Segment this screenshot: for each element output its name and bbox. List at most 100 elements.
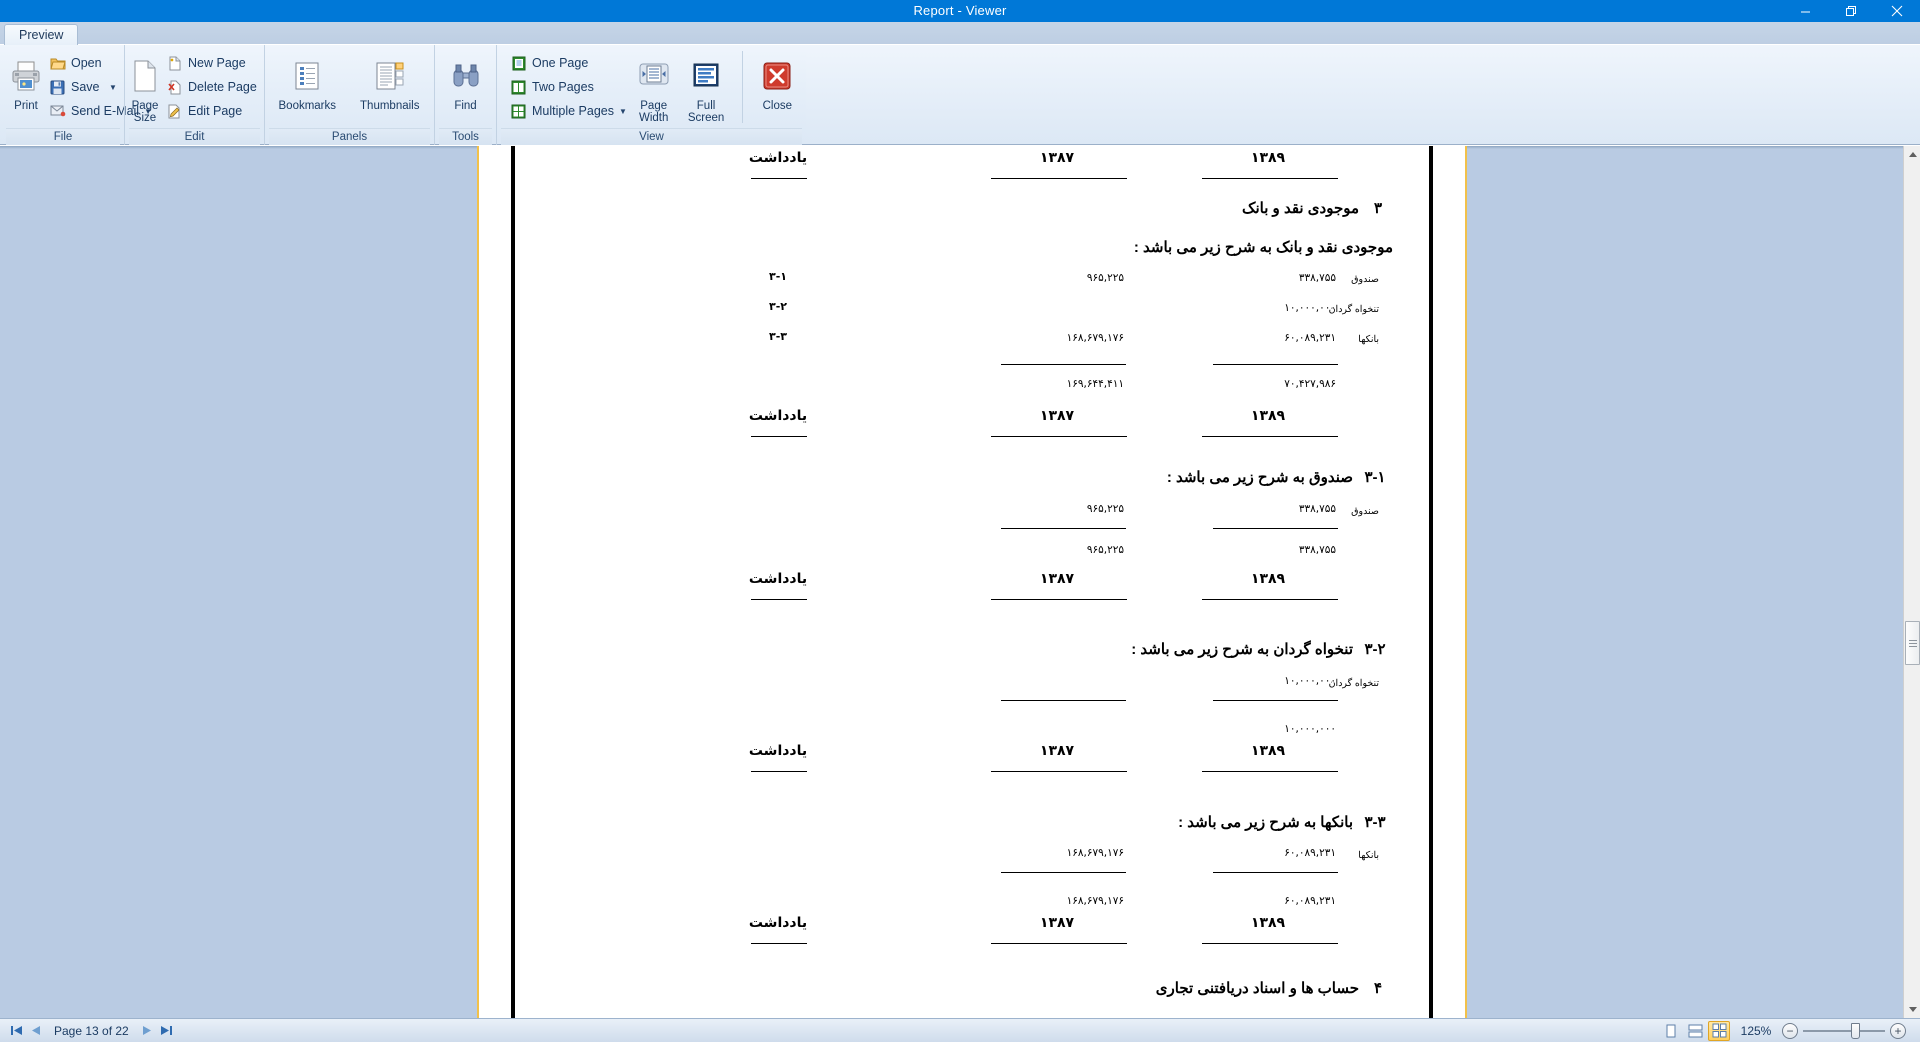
rule-note-4 [751, 771, 807, 772]
page-size-icon [130, 54, 160, 98]
vertical-scrollbar[interactable] [1903, 146, 1920, 1018]
find-button[interactable]: Find [439, 49, 492, 113]
thumbnails-button[interactable]: Thumbnails [350, 49, 430, 113]
edit-small-buttons: New Page Delete Page Edit Page [161, 49, 265, 122]
new-page-button[interactable]: New Page [161, 52, 265, 74]
col-header-1389-4: ۱۳۸۹ [1250, 743, 1286, 759]
rule-total-1387-s33 [1001, 872, 1126, 873]
row-label-banks: بانکها [1358, 334, 1379, 345]
section-3-1-title: صندوق به شرح زیر می باشد : [1166, 469, 1353, 486]
col-header-1389-3: ۱۳۸۹ [1250, 571, 1286, 587]
rule-note [751, 178, 807, 179]
rule-total-1387-s32 [1001, 700, 1126, 701]
tiled-page-view-button[interactable] [1708, 1020, 1730, 1041]
bookmarks-button-label: Bookmarks [278, 100, 337, 112]
edit-page-button-label: Edit Page [188, 104, 243, 118]
first-page-button[interactable] [6, 1021, 26, 1041]
rule-total-1389-s32 [1213, 700, 1338, 701]
scroll-down-button[interactable] [1904, 1001, 1920, 1018]
open-button[interactable]: Open [44, 52, 124, 74]
printer-icon [9, 54, 43, 98]
thumbnails-button-label: Thumbnails [360, 100, 420, 112]
page-width-button[interactable]: Page Width [629, 49, 678, 125]
zoom-slider-thumb[interactable] [1851, 1022, 1860, 1039]
close-button-label: Close [762, 100, 792, 112]
zoom-slider[interactable]: − + [1782, 1022, 1906, 1039]
row-label-tankhah: تنخواه گردان [1328, 304, 1379, 315]
section-3-2-number: ۳-۲ [1364, 641, 1386, 658]
ribbon-tabstrip: Preview [0, 22, 1920, 45]
ribbon-group-view: One Page Two Pages Multiple Pages ▼ Page… [496, 45, 806, 145]
rule-1389-2 [1202, 436, 1338, 437]
facing-page-view-button[interactable] [1684, 1021, 1706, 1041]
page-size-button[interactable]: Page Size [129, 49, 161, 125]
total-1389-s32: ۱۰,۰۰۰,۰۰۰ [1284, 723, 1336, 735]
close-red-x-icon [762, 54, 792, 98]
bookmarks-icon [291, 54, 323, 98]
rule-total-1389-s31 [1213, 528, 1338, 529]
section-3-intro: موجودی نقد و بانک به شرح زیر می باشد : [1133, 239, 1393, 256]
single-page-view-button[interactable] [1660, 1021, 1682, 1041]
group-label-tools: Tools [439, 128, 492, 145]
rule-1389-3 [1202, 599, 1338, 600]
document-viewer[interactable]: یادداشت ۱۳۸۹ ۱۳۸۷ ۳ موجودی نقد و بانک مو… [0, 146, 1920, 1018]
zoom-out-button[interactable]: − [1782, 1022, 1798, 1039]
group-label-panels: Panels [269, 128, 430, 145]
col-header-1387-5: ۱۳۸۷ [1039, 915, 1075, 931]
rule-note-3 [751, 599, 807, 600]
row-note-banks: ۳-۳ [769, 330, 787, 343]
close-window-button[interactable] [1874, 0, 1920, 22]
section-3-number: ۳ [1373, 200, 1383, 217]
multiple-pages-dropdown-chevron-down-icon[interactable]: ▼ [619, 107, 627, 116]
next-page-button[interactable] [137, 1021, 157, 1041]
bookmarks-button[interactable]: Bookmarks [269, 49, 346, 113]
two-pages-button[interactable]: Two Pages [505, 76, 627, 98]
save-button[interactable]: Save ▼ [44, 76, 124, 98]
multiple-pages-button[interactable]: Multiple Pages ▼ [505, 100, 627, 122]
full-screen-icon [689, 54, 723, 98]
close-button[interactable]: Close [753, 49, 802, 113]
rule-1387-5 [991, 943, 1127, 944]
row-note-sandogh: ۳-۱ [769, 270, 787, 283]
page-width-icon [636, 54, 672, 98]
rule-1389 [1202, 178, 1338, 179]
zoom-slider-track[interactable] [1803, 1022, 1885, 1039]
scroll-up-button[interactable] [1904, 146, 1920, 163]
section-3-title: موجودی نقد و بانک [1242, 200, 1359, 217]
tab-preview[interactable]: Preview [4, 24, 79, 45]
minimize-button[interactable] [1782, 0, 1828, 22]
one-page-icon [510, 55, 527, 72]
rule-total-1387-s3 [1001, 364, 1126, 365]
total-1387-s31: ۹۶۵,۲۲۵ [1086, 544, 1124, 556]
edit-page-button[interactable]: Edit Page [161, 100, 265, 122]
row-label-3-2: تنخواه گردان [1328, 678, 1379, 689]
window-controls [1782, 0, 1920, 22]
envelope-icon [49, 103, 66, 120]
row-label-3-1: صندوق [1351, 506, 1379, 517]
vertical-scroll-thumb[interactable] [1905, 621, 1920, 665]
page-width-button-label: Page Width [639, 100, 669, 124]
col-header-note: یادداشت [748, 150, 808, 166]
one-page-button[interactable]: One Page [505, 52, 627, 74]
print-button-label: Print [14, 100, 38, 112]
new-page-button-label: New Page [188, 56, 246, 70]
group-label-edit: Edit [129, 128, 260, 145]
full-screen-button[interactable]: Full Screen [680, 49, 731, 125]
previous-page-button[interactable] [26, 1021, 46, 1041]
print-button[interactable]: Print [8, 49, 44, 113]
floppy-disk-icon [49, 79, 66, 96]
file-small-buttons: Open Save ▼ Send E-Mail ▼ [44, 49, 152, 122]
rule-1387 [991, 178, 1127, 179]
scroll-grip-icon [1908, 639, 1917, 647]
col-header-1387: ۱۳۸۷ [1039, 150, 1075, 166]
zoom-in-button[interactable]: + [1890, 1022, 1906, 1039]
col-header-1387-2: ۱۳۸۷ [1039, 408, 1075, 424]
save-dropdown-chevron-down-icon[interactable]: ▼ [107, 83, 119, 92]
last-page-button[interactable] [157, 1021, 177, 1041]
rule-1389-4 [1202, 771, 1338, 772]
rule-total-1389-s3 [1213, 364, 1338, 365]
restore-button[interactable] [1828, 0, 1874, 22]
send-email-button[interactable]: Send E-Mail ▼ [44, 100, 152, 122]
row-1387-3-1: ۹۶۵,۲۲۵ [1086, 503, 1124, 515]
delete-page-button[interactable]: Delete Page [161, 76, 265, 98]
